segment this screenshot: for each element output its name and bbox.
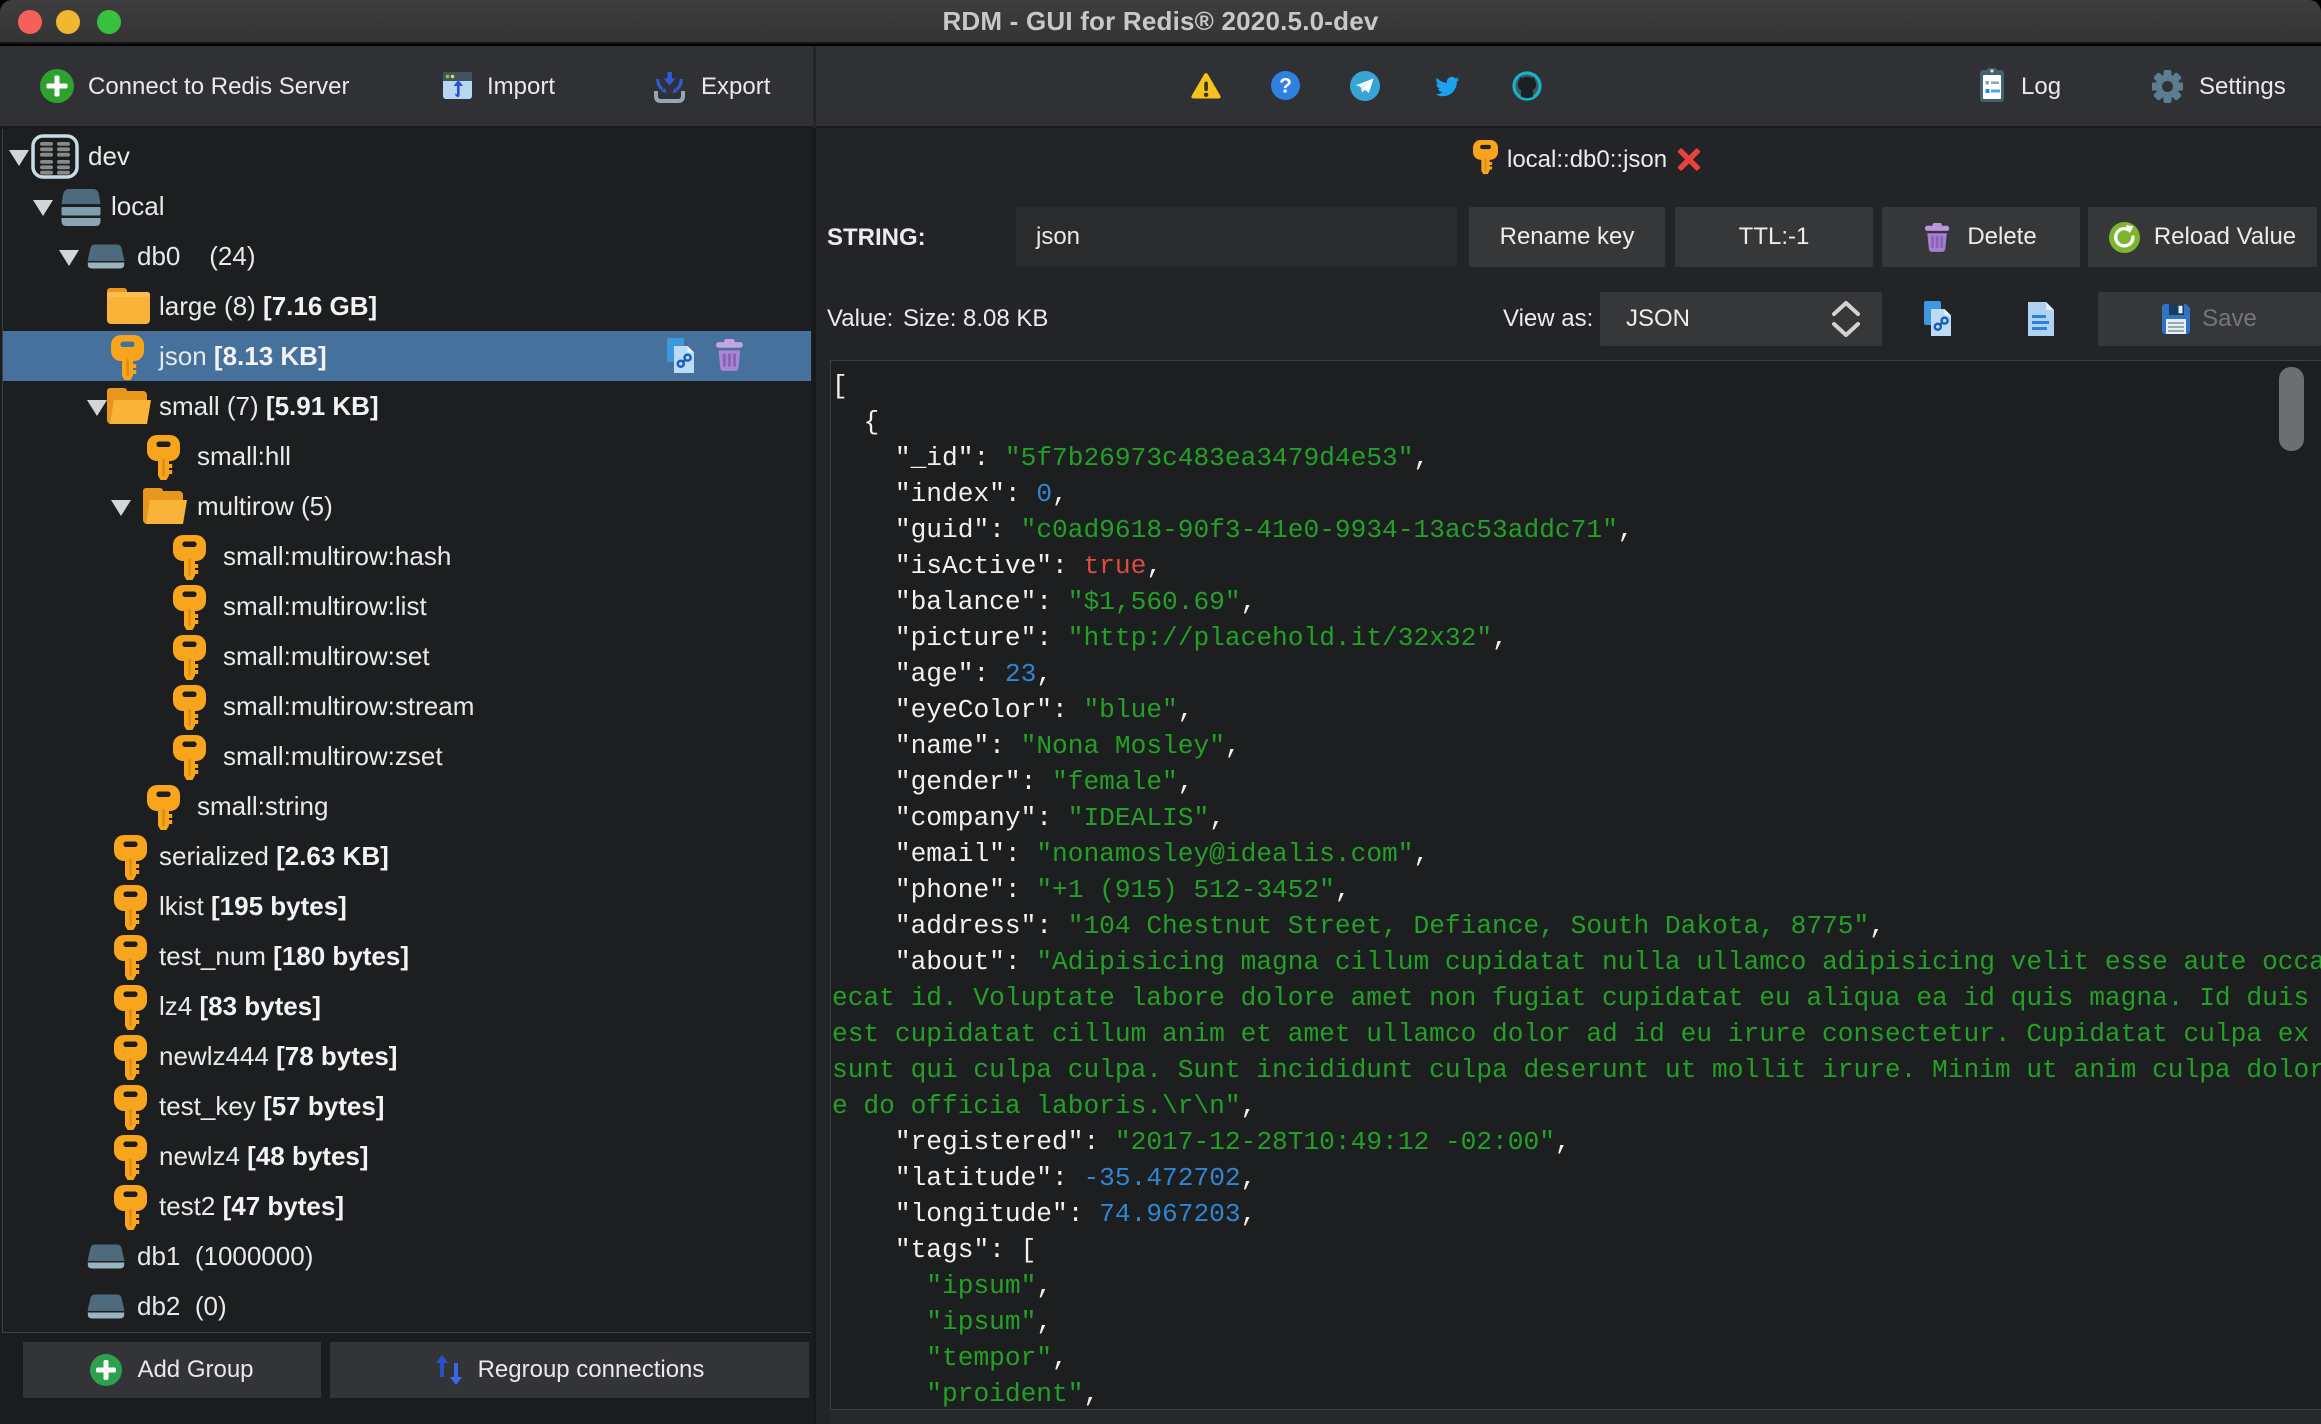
svg-text:?: ?: [1279, 75, 1292, 98]
